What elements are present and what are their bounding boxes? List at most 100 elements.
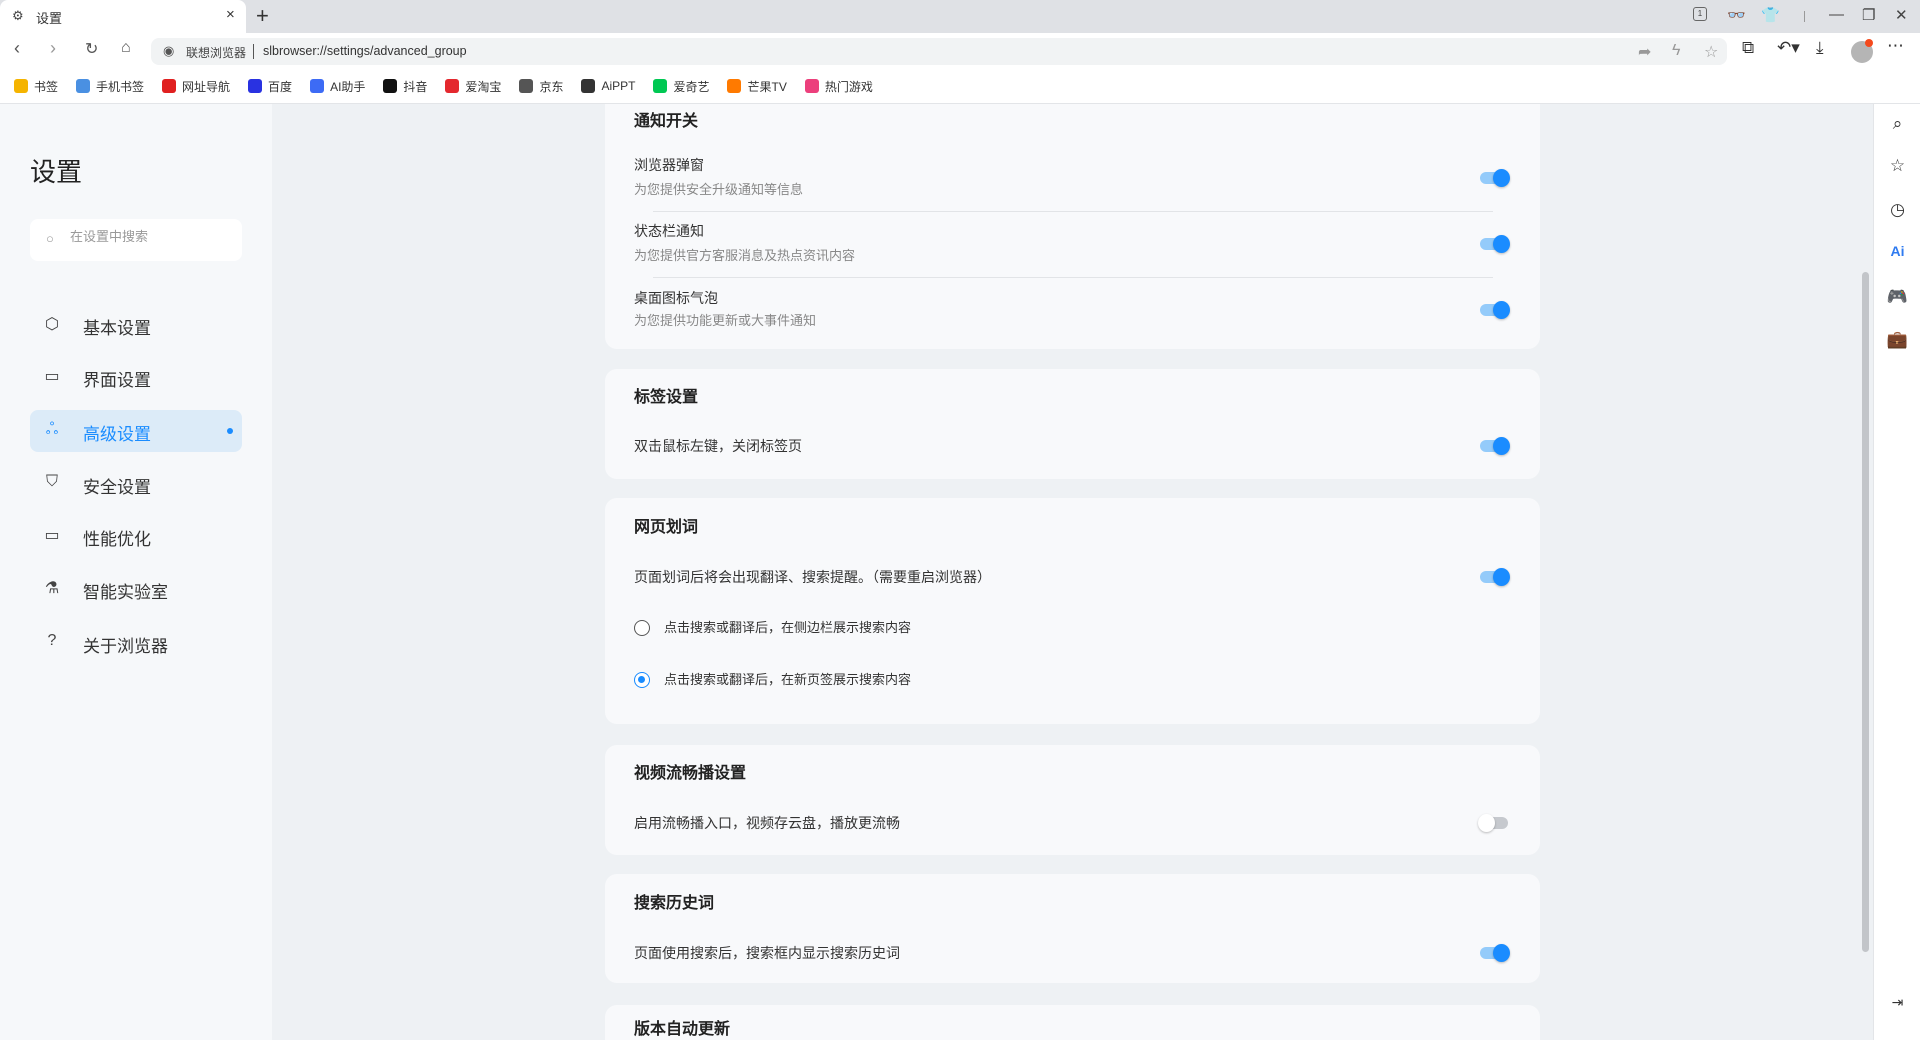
more-menu-icon[interactable]: ⋯ bbox=[1887, 36, 1904, 56]
page-title: 设置 bbox=[30, 157, 83, 187]
collapse-panel-icon[interactable]: ⇥ bbox=[1874, 994, 1920, 1011]
nav-label: 界面设置 bbox=[83, 371, 151, 390]
radio-sidebar-display[interactable] bbox=[634, 620, 650, 636]
nav-label: 性能优化 bbox=[83, 530, 151, 549]
toggle-desktop-bubble[interactable] bbox=[1478, 301, 1510, 319]
sidebar-item-7[interactable]: ? 关于浏览器 bbox=[30, 622, 242, 664]
minimize-button[interactable]: — bbox=[1829, 6, 1844, 23]
incognito-icon[interactable]: 👓 bbox=[1727, 6, 1746, 24]
sidebar-item-1[interactable]: ⬡ 基本设置 bbox=[30, 304, 242, 346]
reload-icon[interactable]: ↻ bbox=[85, 39, 98, 59]
restore-button[interactable]: ❐ bbox=[1862, 6, 1875, 24]
skin-shirt-icon[interactable]: 👕 bbox=[1761, 6, 1780, 24]
divider bbox=[653, 211, 1493, 212]
bookmark-item[interactable]: 抖音 bbox=[383, 78, 427, 95]
bookmark-label: 抖音 bbox=[403, 79, 428, 94]
bookmark-item[interactable]: 芒果TV bbox=[727, 78, 787, 95]
setting-label: 双击鼠标左键，关闭标签页 bbox=[634, 438, 802, 454]
setting-label: 页面划词后将会出现翻译、搜索提醒。（需要重启浏览器） bbox=[634, 569, 991, 585]
tab-title: 设置 bbox=[36, 11, 63, 26]
share-icon[interactable]: ➦ bbox=[1638, 42, 1651, 62]
bookmark-item[interactable]: 京东 bbox=[519, 78, 563, 95]
radio-newtab-display[interactable] bbox=[634, 672, 650, 688]
sidebar-history-icon[interactable]: ◷ bbox=[1874, 200, 1920, 220]
sidebar-favorites-icon[interactable]: ☆ bbox=[1874, 156, 1920, 176]
browser-brand-label: 联想浏览器 bbox=[186, 46, 247, 60]
bookmark-item[interactable]: 爱淘宝 bbox=[445, 78, 501, 95]
sidebar-item-5[interactable]: ▭ 性能优化 bbox=[30, 515, 242, 557]
setting-label: 桌面图标气泡 bbox=[634, 290, 718, 306]
settings-gear-icon: ⚙ bbox=[12, 8, 24, 23]
sidebar-game-icon[interactable]: 🎮 bbox=[1874, 287, 1920, 307]
bookmark-item[interactable]: 网址导航 bbox=[162, 78, 230, 95]
sidebar-item-6[interactable]: ⚗ 智能实验室 bbox=[30, 568, 242, 610]
setting-label: 启用流畅播入口，视频存云盘，播放更流畅 bbox=[634, 815, 900, 831]
nav-label: 高级设置 bbox=[83, 425, 151, 444]
sidebar-item-2[interactable]: ▭ 界面设置 bbox=[30, 356, 242, 398]
close-window-button[interactable]: ✕ bbox=[1895, 6, 1908, 24]
bookmark-favicon-icon bbox=[727, 79, 742, 93]
sidebar-item-3[interactable]: ஃ 高级设置 bbox=[30, 410, 242, 452]
bookmark-label: 芒果TV bbox=[747, 79, 787, 94]
sidebar-toolbox-icon[interactable]: 💼 bbox=[1874, 330, 1920, 350]
scrollbar-thumb[interactable] bbox=[1862, 272, 1869, 952]
bookmark-favicon-icon bbox=[162, 79, 177, 93]
avatar[interactable] bbox=[1851, 39, 1873, 63]
sidebar-ai-icon[interactable]: Ai bbox=[1874, 243, 1920, 259]
bookmark-label: 热门游戏 bbox=[824, 79, 873, 94]
bookmark-favicon-icon bbox=[14, 79, 28, 93]
setting-desc: 为您提供功能更新或大事件通知 bbox=[634, 313, 817, 328]
toggle-smooth-video[interactable] bbox=[1478, 814, 1510, 832]
radio-label[interactable]: 点击搜索或翻译后，在新页签展示搜索内容 bbox=[664, 671, 911, 689]
toggle-statusbar-notify[interactable] bbox=[1478, 235, 1510, 253]
bookmark-item[interactable]: 书签 bbox=[14, 78, 58, 95]
bookmark-favicon-icon bbox=[804, 79, 819, 93]
toggle-double-click-close[interactable] bbox=[1478, 437, 1510, 455]
bookmark-favicon-icon bbox=[76, 79, 91, 93]
nav-icon: ⚗ bbox=[44, 580, 60, 597]
bookmark-item[interactable]: 百度 bbox=[248, 78, 292, 95]
sidebar-search-icon[interactable]: ⌕ bbox=[1874, 114, 1920, 134]
undo-close-tab-icon[interactable]: ↶▾ bbox=[1777, 38, 1800, 58]
radio-label[interactable]: 点击搜索或翻译后，在侧边栏展示搜索内容 bbox=[664, 619, 911, 637]
bookmarks-bar: 书签 手机书签 网址导航 百度 AI助手 抖音 爱淘宝 京东 AiPPT 爱奇艺 芒果TV 热门游戏 bbox=[0, 69, 1920, 104]
section-title: 搜索历史词 bbox=[634, 895, 715, 912]
tab-settings[interactable]: ⚙ 设置 × bbox=[0, 0, 246, 33]
star-bookmark-icon[interactable]: ☆ bbox=[1704, 42, 1718, 62]
bookmark-label: 手机书签 bbox=[96, 79, 145, 94]
bookmark-item[interactable]: AiPPT bbox=[581, 79, 635, 93]
download-icon[interactable]: ⤓ bbox=[1816, 38, 1824, 58]
tab-close-button[interactable]: × bbox=[226, 6, 235, 23]
card-update bbox=[605, 1005, 1540, 1040]
notification-dot bbox=[1865, 39, 1873, 47]
bookmark-item[interactable]: 手机书签 bbox=[76, 78, 144, 95]
divider bbox=[253, 44, 254, 59]
lightning-icon[interactable]: ϟ bbox=[1672, 42, 1680, 60]
bookmark-item[interactable]: 爱奇艺 bbox=[653, 78, 709, 95]
nav-icon: ▭ bbox=[44, 368, 60, 385]
site-info-icon[interactable]: ◉ bbox=[163, 43, 174, 59]
sidebar-item-4[interactable]: ⛉ 安全设置 bbox=[30, 463, 242, 505]
nav-label: 关于浏览器 bbox=[83, 637, 168, 656]
extensions-icon[interactable]: ⧉ bbox=[1742, 38, 1754, 58]
bookmark-favicon-icon bbox=[310, 79, 325, 93]
address-bar[interactable]: ◉ 联想浏览器 slbrowser://settings/advanced_gr… bbox=[151, 38, 1727, 65]
toggle-word-selection[interactable] bbox=[1478, 568, 1510, 586]
tab-count-button[interactable]: 1 bbox=[1693, 7, 1707, 21]
bookmark-label: 百度 bbox=[268, 79, 293, 94]
toggle-browser-popup[interactable] bbox=[1478, 169, 1510, 187]
setting-label: 浏览器弹窗 bbox=[634, 157, 704, 173]
home-icon[interactable]: ⌂ bbox=[121, 39, 131, 57]
nav-label: 安全设置 bbox=[83, 478, 151, 497]
search-input[interactable] bbox=[70, 229, 230, 244]
bookmark-favicon-icon bbox=[653, 79, 668, 93]
bookmark-label: 书签 bbox=[34, 79, 59, 94]
bookmark-item[interactable]: 热门游戏 bbox=[804, 78, 873, 95]
new-tab-button[interactable]: + bbox=[256, 3, 269, 29]
url-text[interactable]: slbrowser://settings/advanced_group bbox=[263, 44, 467, 58]
toggle-search-history[interactable] bbox=[1478, 944, 1510, 962]
back-icon[interactable]: ‹ bbox=[14, 38, 20, 59]
forward-icon[interactable]: › bbox=[50, 38, 56, 59]
section-title: 视频流畅播设置 bbox=[634, 765, 747, 782]
bookmark-item[interactable]: AI助手 bbox=[310, 78, 365, 95]
